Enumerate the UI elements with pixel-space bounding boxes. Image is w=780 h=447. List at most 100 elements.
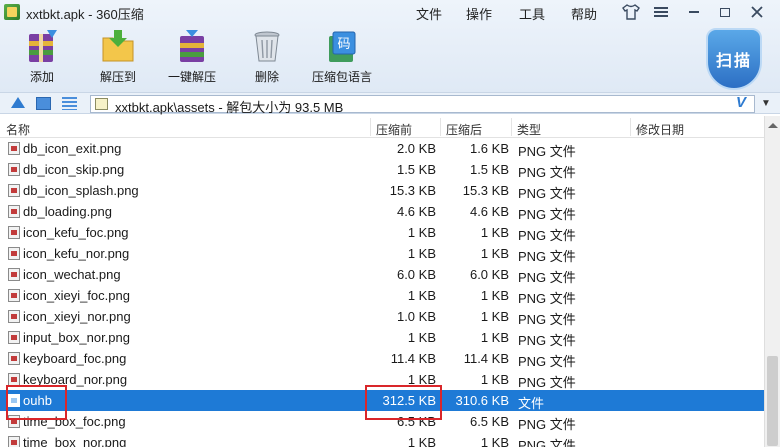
title-bar: xxtbkt.apk - 360压缩 文件 操作 工具 帮助	[0, 0, 780, 24]
table-row[interactable]: input_box_nor.png 1 KB 1 KB PNG 文件	[0, 327, 764, 348]
skin-shirt-icon[interactable]	[620, 3, 642, 21]
folder-extract-icon	[101, 28, 135, 64]
minimize-icon[interactable]	[683, 3, 705, 21]
archive-language-button[interactable]: 码 压缩包语言	[310, 28, 374, 88]
extract-to-button[interactable]: 解压到	[93, 28, 143, 88]
file-type: PNG 文件	[518, 270, 576, 285]
file-name: icon_kefu_nor.png	[23, 246, 130, 261]
trash-bin-icon	[250, 28, 284, 64]
archive-file-icon	[95, 98, 108, 110]
file-type: PNG 文件	[518, 207, 576, 222]
list-view-icon[interactable]	[62, 97, 77, 110]
table-row[interactable]: keyboard_foc.png 11.4 KB 11.4 KB PNG 文件	[0, 348, 764, 369]
file-icon	[8, 142, 20, 155]
file-name: keyboard_foc.png	[23, 351, 127, 366]
unpacked-size: 1.5 KB	[469, 162, 509, 177]
unpacked-size: 6.0 KB	[469, 267, 509, 282]
scrollbar-thumb[interactable]	[767, 356, 778, 446]
window-title: xxtbkt.apk - 360压缩	[26, 7, 144, 22]
table-row[interactable]: ouhb 312.5 KB 310.6 KB 文件	[0, 390, 764, 411]
file-type: PNG 文件	[518, 249, 576, 264]
unpacked-size: 1 KB	[480, 225, 509, 240]
maximize-icon[interactable]	[714, 3, 736, 21]
menu-operate[interactable]: 操作	[466, 4, 492, 23]
unpacked-size: 1 KB	[480, 372, 509, 387]
file-type: PNG 文件	[518, 375, 576, 390]
file-icon	[8, 415, 20, 428]
thumbnail-view-icon[interactable]	[36, 97, 51, 110]
file-type: PNG 文件	[518, 354, 576, 369]
menu-tools[interactable]: 工具	[519, 4, 545, 23]
file-name: input_box_nor.png	[23, 330, 130, 345]
unpacked-size: 15.3 KB	[462, 183, 509, 198]
file-type: PNG 文件	[518, 417, 576, 432]
dropdown-arrow-icon[interactable]: ▼	[757, 96, 775, 110]
table-row[interactable]: keyboard_nor.png 1 KB 1 KB PNG 文件	[0, 369, 764, 390]
table-row[interactable]: icon_kefu_nor.png 1 KB 1 KB PNG 文件	[0, 243, 764, 264]
packed-size: 1 KB	[407, 225, 436, 240]
add-button[interactable]: 添加	[22, 28, 62, 88]
table-row[interactable]: icon_kefu_foc.png 1 KB 1 KB PNG 文件	[0, 222, 764, 243]
file-icon	[8, 394, 20, 407]
scan-button[interactable]: 扫描	[706, 28, 762, 90]
extract-to-label: 解压到	[99, 70, 136, 84]
menu-file[interactable]: 文件	[416, 4, 442, 23]
unpacked-size: 1 KB	[480, 330, 509, 345]
packed-size: 6.5 KB	[396, 414, 436, 429]
vertical-scrollbar[interactable]	[764, 116, 780, 447]
file-name: ouhb	[23, 393, 52, 408]
packed-size: 1 KB	[407, 435, 436, 447]
file-name: icon_xieyi_foc.png	[23, 288, 130, 303]
archive-language-label: 压缩包语言	[311, 70, 372, 84]
unpacked-size: 1 KB	[480, 435, 509, 447]
column-packed-size[interactable]: 压缩前	[376, 121, 412, 138]
column-modified-date[interactable]: 修改日期	[636, 121, 684, 138]
table-row[interactable]: db_loading.png 4.6 KB 4.6 KB PNG 文件	[0, 201, 764, 222]
table-row[interactable]: icon_wechat.png 6.0 KB 6.0 KB PNG 文件	[0, 264, 764, 285]
packed-size: 6.0 KB	[396, 267, 436, 282]
table-row[interactable]: db_icon_splash.png 15.3 KB 15.3 KB PNG 文件	[0, 180, 764, 201]
archive-add-icon	[25, 28, 59, 64]
language-code-icon: 码	[325, 28, 359, 64]
table-row[interactable]: db_icon_skip.png 1.5 KB 1.5 KB PNG 文件	[0, 159, 764, 180]
hamburger-menu-icon[interactable]	[650, 3, 672, 21]
file-icon	[8, 373, 20, 386]
column-unpacked-size[interactable]: 压缩后	[446, 121, 482, 138]
up-arrow-icon[interactable]	[11, 97, 25, 108]
file-icon	[8, 184, 20, 197]
packed-size: 1 KB	[407, 330, 436, 345]
delete-button[interactable]: 删除	[247, 28, 287, 88]
packed-size: 15.3 KB	[389, 183, 436, 198]
packed-size: 1.5 KB	[396, 162, 436, 177]
one-click-extract-label: 一键解压	[167, 70, 216, 84]
one-click-extract-button[interactable]: 一键解压	[164, 28, 220, 88]
packed-size: 1.0 KB	[396, 309, 436, 324]
file-icon	[8, 163, 20, 176]
file-name: icon_xieyi_nor.png	[23, 309, 131, 324]
file-name: icon_wechat.png	[23, 267, 121, 282]
file-type: PNG 文件	[518, 438, 576, 447]
file-icon	[8, 352, 20, 365]
packed-size: 2.0 KB	[396, 141, 436, 156]
file-name: db_icon_splash.png	[23, 183, 139, 198]
archive-extract-icon	[175, 28, 209, 64]
table-row[interactable]: time_box_nor.png 1 KB 1 KB PNG 文件	[0, 432, 764, 447]
close-icon[interactable]	[746, 3, 768, 21]
table-row[interactable]: db_icon_exit.png 2.0 KB 1.6 KB PNG 文件	[0, 138, 764, 159]
add-label: 添加	[29, 70, 54, 84]
path-field[interactable]: xxtbkt.apk\assets - 解包大小为 93.5 MB	[90, 95, 755, 115]
column-name[interactable]: 名称	[6, 121, 30, 138]
column-type[interactable]: 类型	[517, 121, 541, 138]
menu-help[interactable]: 帮助	[571, 4, 597, 23]
shield-icon: 扫描	[706, 28, 762, 90]
file-icon	[8, 436, 20, 447]
file-icon	[8, 226, 20, 239]
packed-size: 4.6 KB	[396, 204, 436, 219]
path-text: xxtbkt.apk\assets - 解包大小为 93.5 MB	[115, 100, 344, 115]
table-row[interactable]: time_box_foc.png 6.5 KB 6.5 KB PNG 文件	[0, 411, 764, 432]
scroll-up-arrow-icon[interactable]	[768, 123, 778, 128]
table-row[interactable]: icon_xieyi_nor.png 1.0 KB 1 KB PNG 文件	[0, 306, 764, 327]
file-icon	[8, 310, 20, 323]
table-row[interactable]: icon_xieyi_foc.png 1 KB 1 KB PNG 文件	[0, 285, 764, 306]
file-name: keyboard_nor.png	[23, 372, 128, 387]
